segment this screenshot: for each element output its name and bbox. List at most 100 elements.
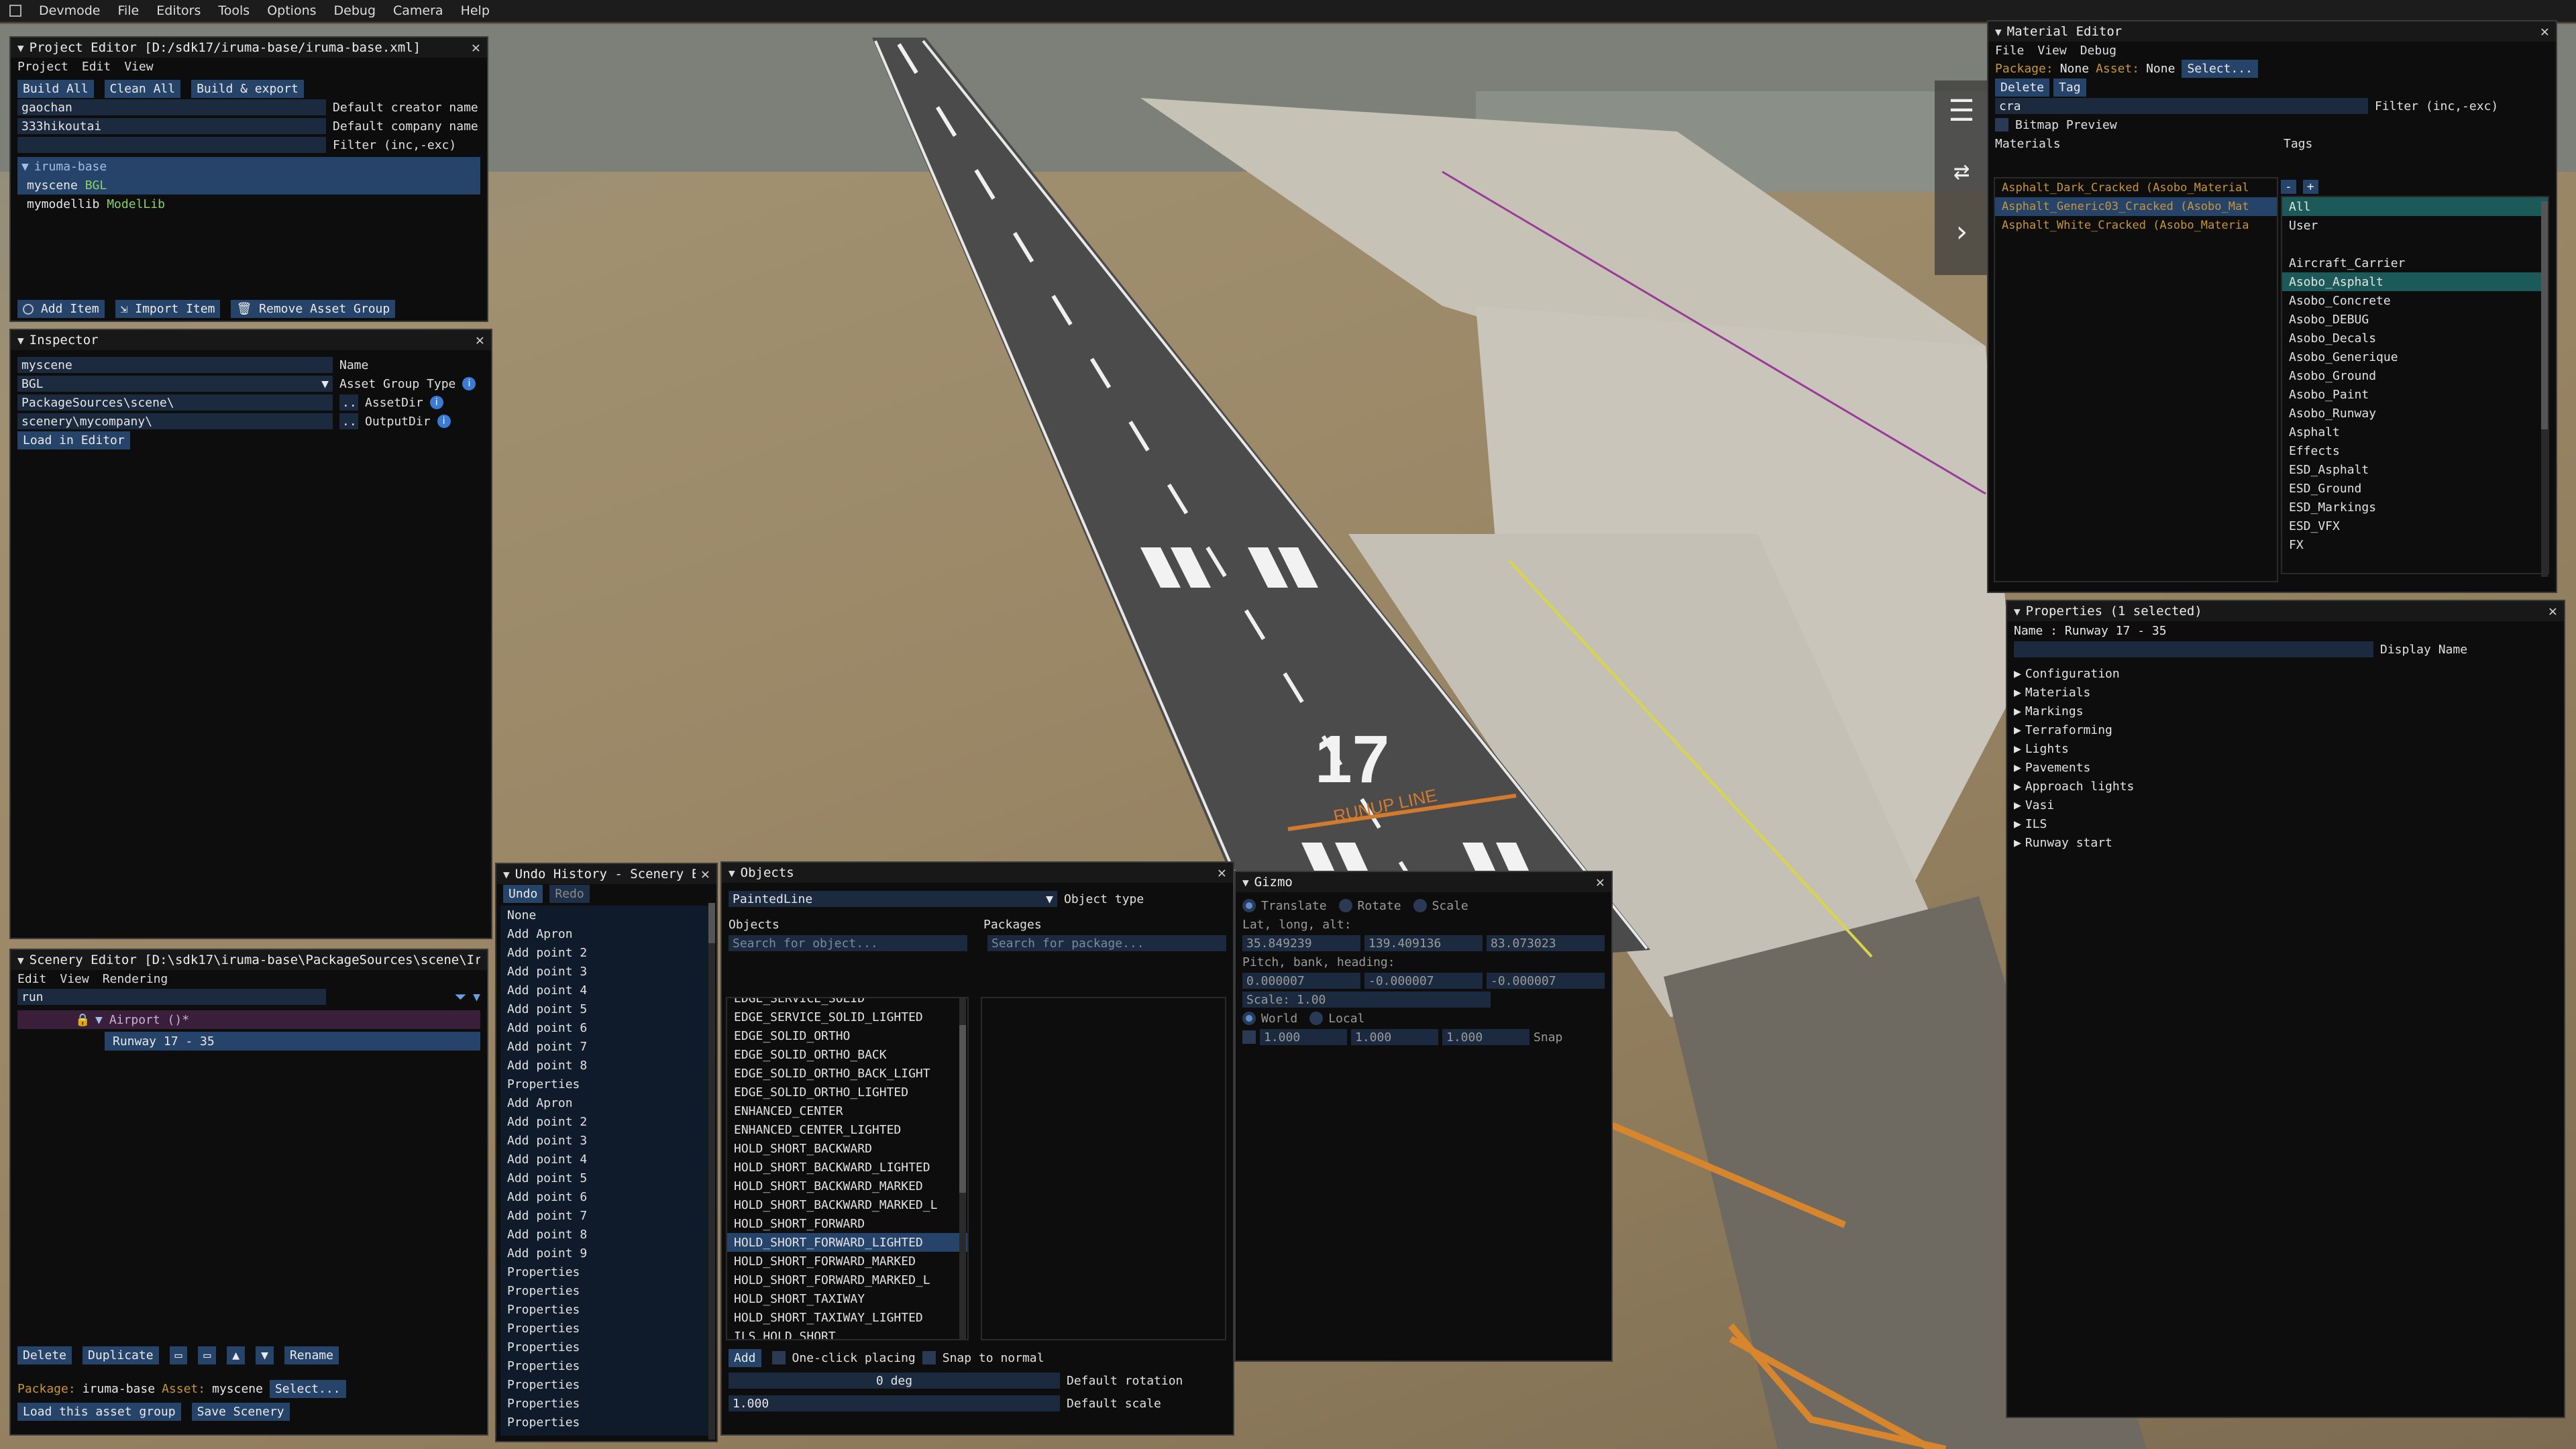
undo-entry[interactable]: Properties bbox=[500, 1281, 710, 1300]
transfer-icon[interactable]: ⇄ bbox=[1935, 141, 1988, 201]
filter-input[interactable] bbox=[17, 137, 326, 153]
undo-entry[interactable]: Add point 4 bbox=[500, 1150, 710, 1169]
snap-checkbox[interactable] bbox=[1242, 1030, 1256, 1044]
remove-asset-group-button[interactable]: 🗑 Remove Asset Group bbox=[231, 299, 396, 318]
tag-entry[interactable]: Aircraft_Carrier bbox=[2282, 254, 2548, 272]
world-radio[interactable] bbox=[1242, 1012, 1256, 1025]
expand-icon[interactable]: ▼ bbox=[21, 160, 29, 174]
object-type-select[interactable]: PaintedLine ▼ bbox=[729, 891, 1057, 907]
undo-entry[interactable]: Add point 5 bbox=[500, 1169, 710, 1187]
add-object-button[interactable]: Add bbox=[729, 1348, 761, 1367]
redo-button[interactable]: Redo bbox=[549, 884, 590, 903]
expand-arrow-icon[interactable]: ▶ bbox=[2014, 686, 2021, 700]
object-entry[interactable]: EDGE_SOLID_ORTHO_LIGHTED bbox=[727, 1083, 967, 1102]
tag-entry[interactable] bbox=[2282, 235, 2548, 254]
tag-entry[interactable]: Asobo_Decals bbox=[2282, 329, 2548, 347]
menu-devmode[interactable]: Devmode bbox=[39, 3, 100, 18]
one-click-checkbox[interactable] bbox=[771, 1351, 786, 1364]
property-section[interactable]: ▶ Lights bbox=[2007, 739, 2564, 758]
object-entry[interactable]: ILS_HOLD_SHORT bbox=[727, 1327, 967, 1340]
menu-project[interactable]: Project bbox=[17, 60, 68, 74]
menu-edit[interactable]: Edit bbox=[82, 60, 111, 74]
undo-entry[interactable]: Add point 8 bbox=[500, 1225, 710, 1244]
lock-icon[interactable]: 🔒 bbox=[75, 1013, 90, 1027]
property-section[interactable]: ▶ ILS bbox=[2007, 814, 2564, 833]
undo-entry[interactable]: Add point 3 bbox=[500, 1131, 710, 1150]
menu-tools[interactable]: Tools bbox=[218, 3, 250, 18]
rename-button[interactable]: Rename bbox=[284, 1346, 339, 1364]
expand-arrow-icon[interactable]: ▶ bbox=[2014, 798, 2021, 812]
undo-entry[interactable]: Add point 7 bbox=[500, 1037, 710, 1056]
undo-entry[interactable]: Properties bbox=[500, 1338, 710, 1356]
tree-item-mymodellib[interactable]: mymodellib ModelLib bbox=[17, 195, 480, 213]
delete-button[interactable]: Delete bbox=[17, 1346, 72, 1364]
rotate-radio[interactable] bbox=[1338, 899, 1352, 912]
tag-entry[interactable]: Asobo_Generique bbox=[2282, 347, 2548, 366]
translate-radio[interactable] bbox=[1242, 899, 1256, 912]
select-button[interactable]: Select... bbox=[2182, 59, 2258, 78]
undo-entry[interactable]: Add Apron bbox=[500, 1093, 710, 1112]
move-down-icon[interactable]: ▼ bbox=[256, 1346, 274, 1364]
object-entry[interactable]: EDGE_SERVICE_SOLID bbox=[727, 998, 967, 1008]
object-entry[interactable]: HOLD_SHORT_FORWARD_LIGHTED bbox=[727, 1233, 967, 1252]
expand-arrow-icon[interactable]: ▶ bbox=[2014, 723, 2021, 737]
local-radio[interactable] bbox=[1309, 1012, 1324, 1025]
undo-scrollbar[interactable] bbox=[708, 903, 715, 1440]
material-editor-titlebar[interactable]: ▼ Material Editor ✕ bbox=[1988, 21, 2556, 42]
object-entry[interactable]: HOLD_SHORT_TAXIWAY_LIGHTED bbox=[727, 1308, 967, 1327]
object-entry[interactable]: HOLD_SHORT_FORWARD bbox=[727, 1214, 967, 1233]
tag-entry[interactable]: ESD_Asphalt bbox=[2282, 460, 2548, 479]
lat-field[interactable]: 35.849239 bbox=[1242, 935, 1360, 951]
tag-entry[interactable]: User bbox=[2282, 216, 2548, 235]
info-icon[interactable]: i bbox=[429, 396, 443, 409]
outputdir-browse-button[interactable]: .. bbox=[339, 413, 358, 429]
list-icon[interactable]: ☰ bbox=[1935, 80, 1988, 141]
bitmap-preview-checkbox[interactable] bbox=[1995, 118, 2008, 131]
collapse-icon[interactable]: ▼ bbox=[503, 868, 510, 881]
runway-row[interactable]: Runway 17 - 35 bbox=[105, 1032, 480, 1051]
long-field[interactable]: 139.409136 bbox=[1364, 935, 1483, 951]
tag-entry[interactable]: All bbox=[2282, 197, 2548, 216]
assetdir-browse-button[interactable]: .. bbox=[339, 394, 358, 411]
tag-entry[interactable]: FX bbox=[2282, 535, 2548, 554]
objects-titlebar[interactable]: ▼ Objects ✕ bbox=[722, 863, 1233, 883]
property-section[interactable]: ▶ Runway start bbox=[2007, 833, 2564, 852]
expand-arrow-icon[interactable]: ▶ bbox=[2014, 836, 2021, 850]
chevron-right-icon[interactable]: › bbox=[1935, 201, 1988, 262]
menu-view[interactable]: View bbox=[124, 60, 153, 74]
collapse-icon[interactable]: ▼ bbox=[729, 867, 735, 879]
save-scenery-button[interactable]: Save Scenery bbox=[191, 1402, 290, 1421]
property-section[interactable]: ▶ Vasi bbox=[2007, 796, 2564, 814]
name-field[interactable]: myscene bbox=[17, 357, 333, 373]
undo-entry[interactable]: Add point 5 bbox=[500, 1000, 710, 1018]
tag-entry[interactable]: Asobo_Ground bbox=[2282, 366, 2548, 385]
info-icon[interactable]: i bbox=[462, 377, 476, 390]
company-field[interactable]: 333hikoutai bbox=[17, 118, 326, 134]
expand-arrow-icon[interactable]: ▶ bbox=[2014, 742, 2021, 756]
object-entry[interactable]: HOLD_SHORT_FORWARD_MARKED_L bbox=[727, 1271, 967, 1289]
filter-dropdown-icon[interactable]: ▼ bbox=[473, 990, 480, 1004]
menu-editors[interactable]: Editors bbox=[156, 3, 201, 18]
load-asset-group-button[interactable]: Load this asset group bbox=[17, 1402, 181, 1421]
property-section[interactable]: ▶ Configuration bbox=[2007, 664, 2564, 683]
tag-entry[interactable]: ESD_VFX bbox=[2282, 517, 2548, 535]
undo-button[interactable]: Undo bbox=[503, 884, 543, 903]
close-icon[interactable]: ✕ bbox=[476, 332, 484, 349]
menu-view[interactable]: View bbox=[2037, 44, 2066, 58]
asset-group-type-select[interactable]: BGL ▼ bbox=[17, 376, 333, 392]
remove-tag-button[interactable]: - bbox=[2281, 179, 2296, 194]
tree-item-myscene[interactable]: myscene BGL bbox=[17, 176, 480, 195]
collapse-icon[interactable]: ▼ bbox=[1995, 25, 2002, 38]
airport-row[interactable]: 🔒 ▼ Airport ()* bbox=[17, 1010, 480, 1029]
menu-debug[interactable]: Debug bbox=[334, 3, 376, 18]
menu-options[interactable]: Options bbox=[267, 3, 316, 18]
outputdir-field[interactable]: scenery\mycompany\ bbox=[17, 413, 333, 429]
gizmo-scale-field[interactable]: Scale: 1.00 bbox=[1242, 991, 1491, 1008]
material-filter-input[interactable]: cra bbox=[1995, 98, 2368, 114]
menu-edit[interactable]: Edit bbox=[17, 972, 46, 986]
expand-arrow-icon[interactable]: ▶ bbox=[2014, 704, 2021, 718]
expand-arrow-icon[interactable]: ▶ bbox=[2014, 817, 2021, 831]
undo-entry[interactable]: Add point 2 bbox=[500, 1112, 710, 1131]
build-all-button[interactable]: Build All bbox=[17, 79, 94, 98]
undo-entry[interactable]: Properties bbox=[500, 1356, 710, 1375]
